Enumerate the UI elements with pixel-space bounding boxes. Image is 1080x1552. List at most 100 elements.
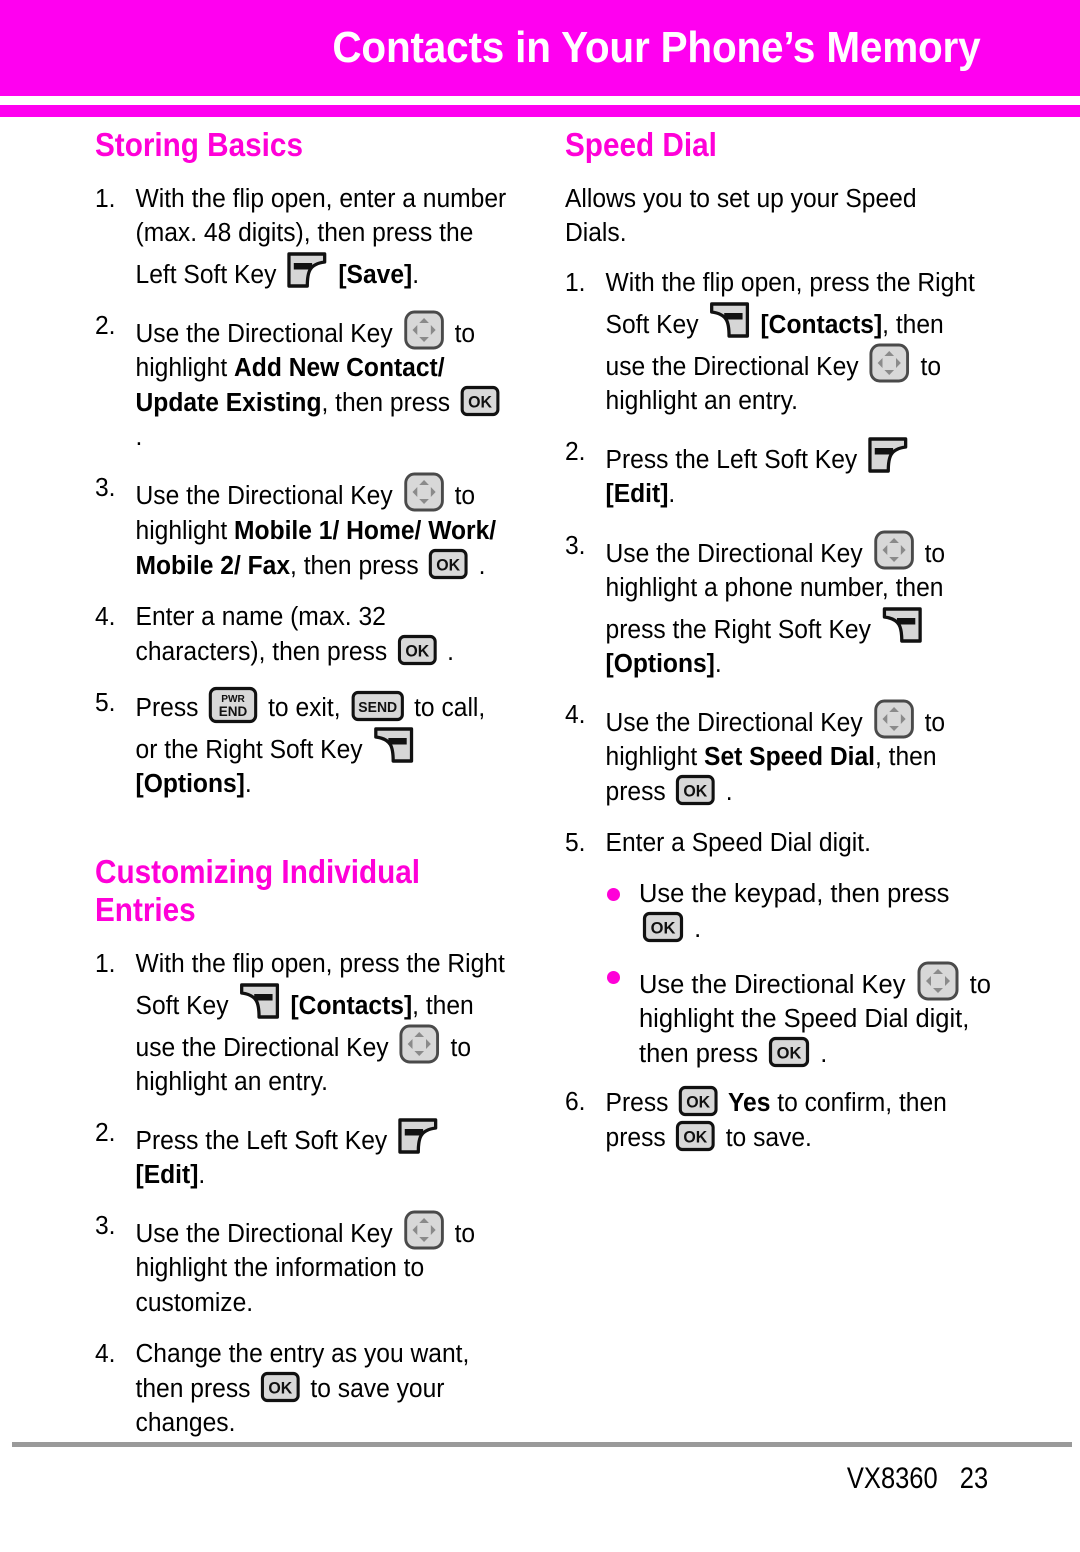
instruction-step: 3. Use the Directional Key to highlight a… [565,529,980,681]
step-number: 6. [565,1087,586,1116]
step-number: 4. [565,700,586,729]
step-number: 1. [95,950,116,979]
step-number: 2. [95,1119,116,1148]
step-number: 5. [565,828,586,857]
heading-customizing-entries: Customizing Individual Entries [95,852,421,928]
step-text: With the flip open, press the Right Soft… [135,950,505,1097]
ok-key-icon: OK [675,774,716,806]
left-column: Storing Basics 1. With the flip open, ent… [95,126,525,1457]
steps-customizing-entries: 1. With the flip open, press the Right So… [95,947,525,1439]
step-text: With the flip open, enter a number (max.… [135,185,507,291]
footer-model: VX8360 [846,1462,938,1495]
ok-key-icon: OK [678,1085,719,1117]
steps-storing-basics: 1. With the flip open, enter a number (ma… [95,182,525,800]
footer: VX8360 23 [847,1462,988,1496]
emphasis-text: Yes [721,1088,771,1117]
step-number: 3. [95,474,116,503]
send-key-icon: SEND [350,690,404,722]
svg-text:OK: OK [687,1093,711,1111]
instruction-step: 3. Use the Directional Key to highlight M… [95,471,510,582]
directional-key-icon [398,1023,440,1065]
ok-key-icon: OK [397,634,438,666]
emphasis-text: Set Speed Dial [704,742,875,771]
instruction-step: 1. With the flip open, press the Right So… [95,947,510,1099]
emphasis-text: [Contacts] [753,311,883,340]
step-text: Enter a name (max. 32 characters), then … [135,602,455,666]
page-title: Contacts in Your Phone’s Memory [331,23,980,72]
bullet-dot-icon [607,887,620,901]
svg-text:OK: OK [437,556,461,574]
ok-key-icon: OK [642,911,684,943]
directional-key-icon [402,1209,444,1251]
step-number: 4. [95,1339,116,1368]
step-text: Press the Left Soft Key [Edit]. [605,437,913,509]
left-soft-key-icon [867,435,909,476]
svg-text:OK: OK [684,1128,708,1146]
step-number: 1. [95,185,116,214]
heading-speed-dial: Speed Dial [565,126,717,163]
step-number: 3. [95,1212,116,1241]
step-text: Use the Directional Key to highlight Mob… [136,472,497,580]
instruction-step: 3. Use the Directional Key to highlight t… [95,1209,510,1319]
instruction-step: 6. Press OK Yes to confirm, then press OK… [565,1085,980,1155]
svg-text:OK: OK [684,782,708,800]
step-text: Use the Directional Key to highlight Set… [606,699,945,806]
step-text: Change the entry as you want, then press… [135,1339,470,1437]
step-number: 4. [95,602,116,631]
right-soft-key-icon [372,725,414,766]
emphasis-text: [Save] [331,261,413,290]
header-accent-rule [0,105,1080,117]
right-column: Speed Dial Allows you to set up your Spe… [565,126,995,1172]
instruction-step: 1. With the flip open, press the Right So… [565,266,980,418]
step-text: Press the Left Soft Key [Edit]. [135,1118,443,1190]
directional-key-icon [402,471,444,513]
instruction-step: 1. With the flip open, enter a number (ma… [95,182,510,292]
step-number: 2. [565,438,586,467]
directional-key-icon [916,960,960,1002]
left-soft-key-icon [286,250,328,291]
left-soft-key-icon [397,1116,439,1157]
step-text: Press OK Yes to confirm, then press OK t… [606,1085,947,1152]
right-soft-key-icon [881,605,923,646]
instruction-step: 4. Change the entry as you want, then pre… [95,1337,510,1440]
emphasis-text: Add New Contact/ Update Existing [135,354,445,418]
heading-storing-basics: Storing Basics [95,126,303,163]
step-number: 2. [95,312,116,341]
ok-key-icon: OK [428,548,469,580]
emphasis-text: [Options] [605,649,715,678]
directional-key-icon [872,529,914,571]
ok-key-icon: OK [260,1371,301,1403]
instruction-step: 5. Enter a Speed Dial digit. [565,826,980,860]
right-soft-key-icon [238,981,280,1022]
directional-key-icon [402,309,444,351]
step-text: Enter a Speed Dial digit. [605,828,871,857]
svg-text:OK: OK [651,919,676,937]
instruction-step: 5. Press PWR END to exit, SEND to call, or… [95,686,510,801]
bullet-text: Use the Directional Key to highlight the… [639,961,991,1068]
instruction-step: 2. Press the Left Soft Key [Edit]. [565,435,980,511]
instruction-bullet: Use the Directional Key to highlight the… [603,960,995,1071]
emphasis-text: [Contacts] [283,992,413,1021]
directional-key-icon [872,698,914,740]
svg-text:OK: OK [468,394,492,412]
step-text: With the flip open, press the Right Soft… [605,269,975,416]
emphasis-text: [Edit] [135,1161,199,1190]
step-number: 5. [95,688,116,717]
step-text: Use the Directional Key to highlight a p… [605,530,945,678]
emphasis-text: [Options] [135,769,245,798]
speed-dial-intro: Allows you to set up your Speed Dials. [565,185,917,248]
instruction-bullet: Use the keypad, then press OK . [603,877,995,946]
page-header-banner: Contacts in Your Phone’s Memory [0,0,1080,96]
bullet-text: Use the keypad, then press OK . [639,879,950,943]
step-text: Use the Directional Key to highlight Add… [135,310,504,451]
steps-speed-dial: 1. With the flip open, press the Right So… [565,266,995,1155]
footer-page-number: 23 [959,1462,988,1495]
step-text: Press PWR END to exit, SEND to call, or t… [135,686,485,798]
svg-text:END: END [219,703,248,718]
emphasis-text: [Edit] [605,480,669,509]
instruction-step: 2. Use the Directional Key to highlight A… [95,309,510,454]
svg-text:OK: OK [777,1044,802,1062]
step-number: 1. [565,269,586,298]
right-soft-key-icon [708,300,750,341]
directional-key-icon [868,342,910,384]
